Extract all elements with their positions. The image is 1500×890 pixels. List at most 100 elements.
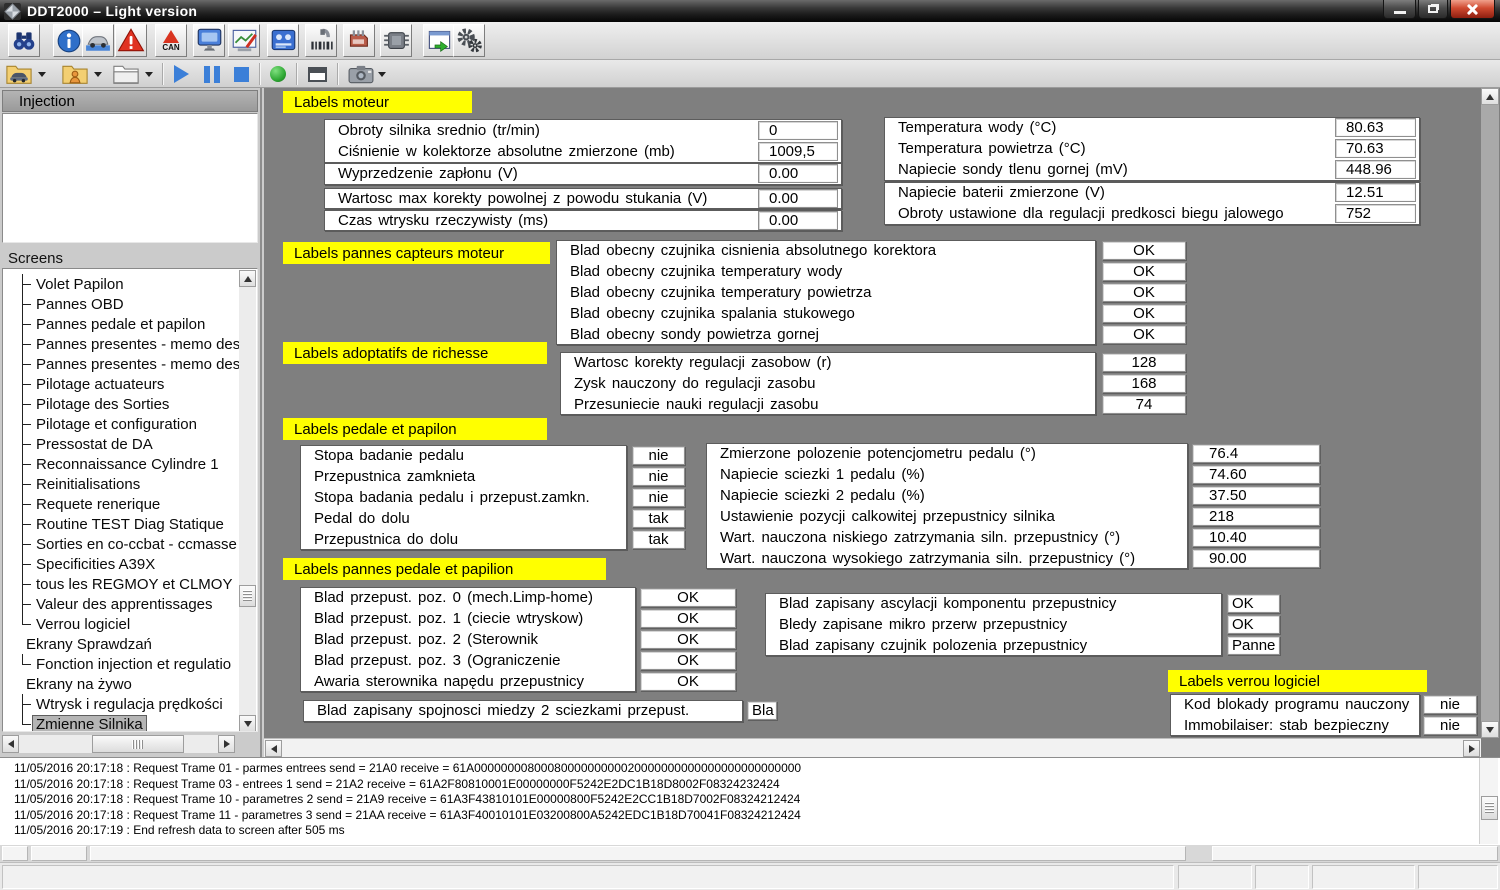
tree-item[interactable]: Wtrysk i regulacja prędkości [3,694,257,714]
pause-button[interactable] [204,62,220,86]
search-binoculars-button[interactable] [8,24,40,57]
open-folder-button[interactable] [111,62,153,86]
group-pedale-flags: Stopa badanie pedalu nie Przepustnica za… [300,445,690,550]
injector-measure-button[interactable] [305,24,337,57]
dropdown-arrow-icon[interactable] [378,72,386,77]
scrollbar-thumb[interactable] [92,735,184,753]
ecu-chip-button[interactable] [380,24,412,57]
fault-alert-can-button[interactable]: CAN [155,24,187,57]
minimize-button[interactable] [1383,0,1416,19]
param-label: Pedal do dolu [300,508,627,529]
param-value: 752 [1335,204,1416,223]
window-title: DDT2000 – Light version [27,3,197,19]
snapshot-camera-button[interactable] [348,62,386,86]
group-richesse: Wartosc korekty regulacji zasobow (r) 12… [560,352,1196,415]
tree-item[interactable]: Valeur des apprentissages [3,594,257,614]
param-row: Bledy zapisane mikro przerw przepustnicy… [765,614,1285,635]
fault-alert-button[interactable] [115,24,147,57]
dropdown-arrow-icon[interactable] [145,72,153,77]
scroll-right-button[interactable] [218,735,235,753]
tree-item[interactable]: Pannes presentes - memo des [3,354,257,374]
tree-item[interactable]: Pilotage des Sorties [3,394,257,414]
dropdown-arrow-icon[interactable] [38,72,46,77]
tree-item[interactable]: Reconnaissance Cylindre 1 [3,454,257,474]
tree-item[interactable]: Requete renerique [3,494,257,514]
tree-item[interactable]: Reinitialisations [3,474,257,494]
scroll-left-button[interactable] [265,740,282,757]
dropdown-arrow-icon[interactable] [94,72,102,77]
scroll-down-button[interactable] [239,715,256,732]
param-row: Czas wtrysku rzeczywisty (ms) 0.00 [324,210,842,231]
scrollbar-thumb[interactable] [239,585,256,607]
tree-item[interactable]: Pannes pedale et papilon [3,314,257,334]
main-vertical-scrollbar[interactable] [1481,88,1499,738]
strip-track[interactable] [90,846,1186,861]
tree-item[interactable]: Verrou logiciel [3,614,257,634]
param-label: Wartosc korekty regulacji zasobow (r) [560,352,1096,373]
stop-button[interactable] [234,62,249,86]
vehicle-diagnosis-button[interactable] [82,24,114,57]
tree-vertical-scrollbar[interactable] [239,270,256,732]
module-header[interactable]: Injection [2,90,258,112]
form-window-button[interactable] [308,62,327,86]
vehicle-icon [85,28,111,54]
tree-item[interactable]: Fonction injection et regulatio [3,654,257,674]
control-panel-button[interactable] [267,24,299,57]
monitor-icon [196,27,223,54]
log-vertical-scrollbar[interactable] [1479,758,1498,844]
play-button[interactable] [174,62,189,86]
record-icon [270,66,286,82]
param-row: Obroty ustawione dla regulacji predkosci… [884,203,1420,224]
tree-item[interactable]: Routine TEST Diag Statique [3,514,257,534]
screen-display-button[interactable] [193,24,225,57]
connector-button[interactable] [343,24,375,57]
param-value: 90.00 [1192,549,1320,568]
scroll-right-button[interactable] [1463,740,1480,757]
param-row: Napiecie sondy tlenu gornej (mV) 448.96 [884,159,1420,180]
param-row: Awaria sterownika napędu przepustnicy OK [300,671,740,692]
tree-item[interactable]: Volet Papilon [3,274,257,294]
scroll-up-button[interactable] [239,270,256,287]
settings-gears-button[interactable] [453,24,485,57]
title-bar[interactable]: DDT2000 – Light version [0,0,1500,22]
tree-item[interactable]: Zmienne Silnika [3,714,257,732]
param-label: Przepustnica do dolu [300,529,627,550]
can-badge: CAN [162,44,179,52]
tree-item[interactable]: Sorties en co-ccbat - ccmasse [3,534,257,554]
tree-item[interactable]: Pressostat de DA [3,434,257,454]
param-row: Stopa badania pedalu i przepust.zamkn. n… [300,487,690,508]
open-user-folder-button[interactable] [60,62,102,86]
param-row: Stopa badanie pedalu nie [300,445,690,466]
close-button[interactable] [1450,0,1495,19]
record-button[interactable] [270,62,286,86]
sidebar-horizontal-scrollbar[interactable] [2,735,235,753]
param-label: Przesuniecie nauki regulacji zasobu [560,394,1096,415]
param-label: Blad przepust. poz. 0 (mech.Limp-home) [300,587,636,608]
window-export-button[interactable] [423,24,455,57]
tree-item[interactable]: Pannes OBD [3,294,257,314]
tree-item[interactable]: Ekrany Sprawdzań [3,634,257,654]
info-button[interactable] [53,24,85,57]
param-label: Napiecie sciezki 2 pedalu (%) [706,485,1188,506]
tree-item[interactable]: Specificities A39X [3,554,257,574]
scroll-up-button[interactable] [1481,88,1499,105]
tree-item[interactable]: tous les REGMOY et CLMOY [3,574,257,594]
module-listbox[interactable] [2,113,258,243]
injector-icon [308,27,335,54]
log-horizontal-scrollbar[interactable] [0,845,1500,862]
open-vehicle-folder-button[interactable] [4,62,46,86]
scroll-down-button[interactable] [1481,721,1499,738]
maximize-button[interactable] [1418,0,1448,19]
param-label: Blad zapisany czujnik polozenia przepust… [765,635,1222,656]
tree-item[interactable]: Pilotage actuateurs [3,374,257,394]
screen-graph-button[interactable] [228,24,260,57]
param-value: Bla [747,701,777,720]
communication-log[interactable]: 11/05/2016 20:17:18 : Request Trame 01 -… [0,757,1500,845]
tree-item[interactable]: Pannes presentes - memo des [3,334,257,354]
main-horizontal-scrollbar[interactable] [264,738,1481,757]
scroll-left-button[interactable] [2,735,19,753]
tree-item[interactable]: Pilotage et configuration [3,414,257,434]
tree-item[interactable]: Ekrany na żywo [3,674,257,694]
param-value: 74 [1102,395,1186,414]
scrollbar-thumb[interactable] [1481,796,1498,820]
